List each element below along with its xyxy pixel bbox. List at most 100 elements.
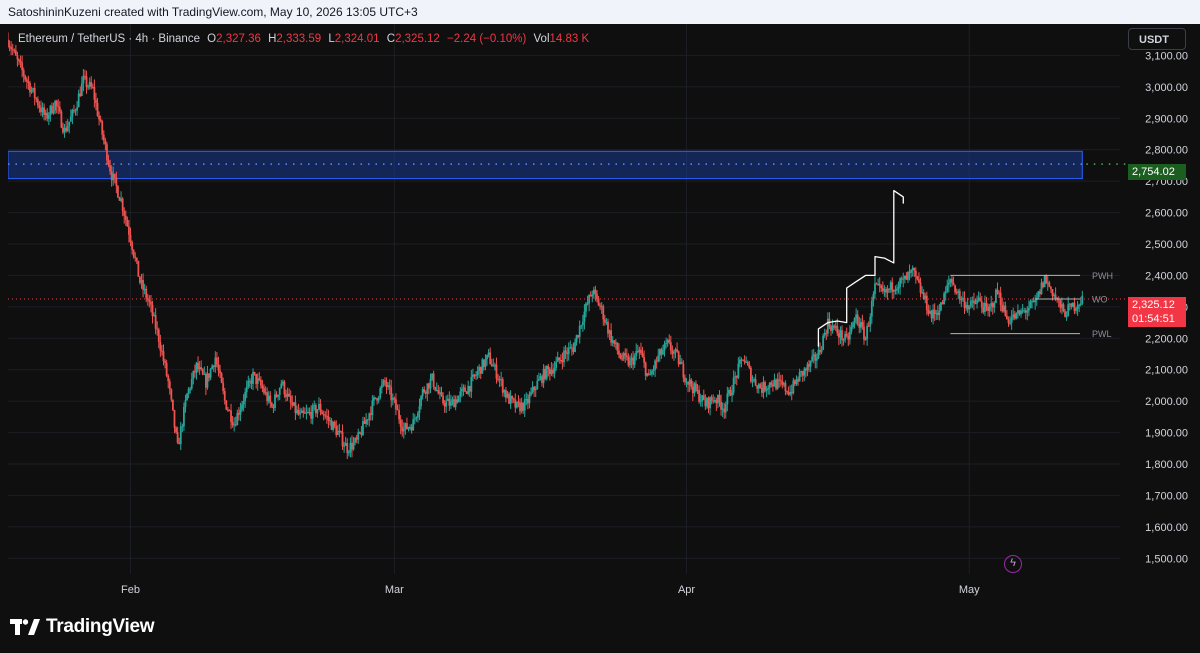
candle-body [608,330,611,334]
alert-bolt-icon[interactable]: ϟ [1004,555,1022,573]
candle-body [302,410,305,413]
candle-body [649,374,652,376]
candle-body [894,289,897,291]
candle-body [156,328,159,330]
candle-body [500,379,503,381]
candle-body [401,426,404,432]
candle-body [924,295,927,299]
candle-body [688,379,691,385]
candle-body [804,368,807,371]
candle-body [987,306,989,311]
candle-body [778,379,781,381]
tradingview-logo[interactable]: TradingView [10,614,155,640]
candle-body [638,349,641,352]
candle-body [395,399,397,410]
candle-body [128,226,130,235]
candle-body [990,303,993,307]
candle-body [891,282,894,292]
candle-body [482,359,485,368]
candle-body [406,423,408,430]
candle-body [352,442,355,450]
low-value: 2,324.01 [334,33,380,45]
candle-body [1040,282,1043,295]
candle-body [704,400,707,407]
candle-body [63,127,66,133]
candle-body [537,379,540,381]
candle-body [148,300,151,302]
candle-body [979,297,982,302]
candle-body [283,381,286,395]
candle-body [793,380,796,385]
chart-area[interactable]: PWH WO PWL 3,100.00 3,000.00 2,900.00 2,800.00… [8,24,1192,600]
y-tick-label: 2,100.00 [1145,365,1188,377]
candle-body [863,326,865,340]
candle-body [625,355,628,358]
candle-body [245,386,248,393]
candle-body [1001,304,1004,312]
candle-body [346,443,349,454]
candle-body [616,342,619,351]
candle-body [11,49,14,51]
zone-box [8,150,1083,180]
candle-body [132,249,135,257]
candle-body [1009,322,1011,324]
candle-body [957,291,960,293]
candle-body [446,398,449,401]
candle-body [789,391,792,395]
candle-body [259,379,262,386]
candle-body [60,111,63,128]
candle-body [181,426,184,428]
candle-body [754,379,757,386]
candle-body [19,60,22,63]
candle-body [77,93,80,108]
candle-body [504,390,507,398]
y-tick-label: 1,500.00 [1145,553,1188,565]
candle-body [657,355,660,362]
candle-body [808,364,810,367]
candle-body [922,292,925,299]
candle-body [87,86,90,88]
candle-body [666,339,669,343]
candle-body [572,348,575,353]
currency-button[interactable]: USDT [1128,28,1186,50]
candle-body [1045,275,1048,284]
candle-body [536,380,539,389]
candle-body [476,371,479,376]
candle-body [542,368,545,384]
price-chart[interactable]: PWH WO PWL 3,100.00 3,000.00 2,900.00 2,800.00… [8,24,1192,600]
candle-body [85,76,88,87]
candle-body [233,424,236,426]
candle-body [303,412,306,414]
ohlc-legend: Ethereum / TetherUS · 4h · Binance O2,32… [18,33,589,45]
candle-body [914,270,917,277]
candle-body [636,351,639,353]
candle-body [965,304,967,308]
candle-body [151,304,154,317]
candle-body [993,302,996,308]
candle-body [376,398,378,401]
candle-body [157,329,160,342]
candle-body [234,424,237,426]
candle-body [413,418,416,420]
candle-body [622,353,625,360]
candle-body [95,99,97,104]
candle-body [220,373,223,383]
candle-body [239,409,242,415]
candle-body [198,367,201,370]
candle-body [38,105,41,108]
candle-body [264,392,267,394]
candle-body [204,374,207,388]
candle-body [723,408,726,413]
candle-body [431,373,433,379]
candle-body [566,352,569,355]
y-tick-label: 1,800.00 [1145,459,1188,471]
candle-body [591,294,594,297]
candle-body [503,390,506,393]
candle-body [1015,312,1018,319]
candle-body [998,292,1000,294]
open-label: O [207,33,217,45]
candle-body [296,409,298,413]
candle-body [470,376,473,392]
candle-body [445,400,448,407]
candle-body [624,353,627,356]
